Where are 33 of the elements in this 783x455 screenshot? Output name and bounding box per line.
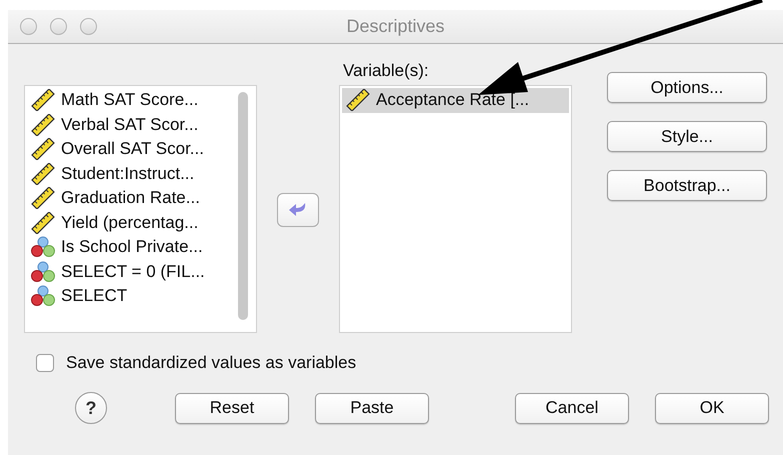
variable-item[interactable]: Graduation Rate... bbox=[27, 186, 254, 210]
dialog-button[interactable]: Reset bbox=[175, 392, 289, 424]
dialog-button[interactable]: Style... bbox=[607, 121, 767, 152]
variable-list[interactable]: Acceptance Rate [... bbox=[339, 85, 572, 333]
help-button[interactable]: ? bbox=[75, 392, 107, 424]
circles-icon bbox=[31, 285, 55, 308]
variable-item[interactable]: SELECT = 0 (FIL... bbox=[27, 260, 254, 284]
circles-icon bbox=[31, 236, 55, 258]
minimize-button[interactable] bbox=[50, 18, 67, 35]
variable-item[interactable]: SELECT bbox=[27, 284, 254, 308]
list-label: Variable(s): bbox=[343, 61, 430, 81]
checkbox-label: Save standardized values as variables bbox=[66, 353, 356, 373]
variable-list[interactable]: Math SAT Score... Verbal SAT Scor... Overall SAT Scor... Student:Instruct... Graduation Rate... Yield (percentag... Is School Private... SELECT = 0 (FIL... SELECT bbox=[24, 85, 257, 333]
zoom-button[interactable] bbox=[80, 18, 97, 35]
variable-item[interactable]: Verbal SAT Scor... bbox=[27, 112, 254, 137]
variable-item[interactable]: Student:Instruct... bbox=[27, 162, 254, 186]
dialog-button[interactable]: Bootstrap... bbox=[607, 170, 767, 201]
variable-item[interactable]: Overall SAT Scor... bbox=[27, 137, 254, 162]
dialog-button[interactable]: Paste bbox=[315, 392, 429, 424]
move-button[interactable] bbox=[277, 193, 319, 227]
variable-item[interactable]: Is School Private... bbox=[27, 235, 254, 260]
checkbox[interactable] bbox=[36, 354, 54, 372]
dialog-button[interactable]: OK bbox=[655, 392, 769, 424]
dialog-button[interactable]: Cancel bbox=[515, 392, 629, 424]
variable-item[interactable]: Acceptance Rate [... bbox=[342, 88, 569, 112]
scrollbar[interactable] bbox=[238, 92, 248, 320]
arrow-icon bbox=[288, 202, 308, 218]
circles-icon bbox=[31, 260, 55, 283]
dialog-button[interactable]: Options... bbox=[607, 72, 767, 103]
window-title: Descriptives bbox=[346, 16, 445, 36]
variable-item[interactable]: Yield (percentag... bbox=[27, 210, 254, 235]
close-button[interactable] bbox=[20, 18, 37, 35]
variable-item[interactable]: Math SAT Score... bbox=[27, 88, 254, 112]
